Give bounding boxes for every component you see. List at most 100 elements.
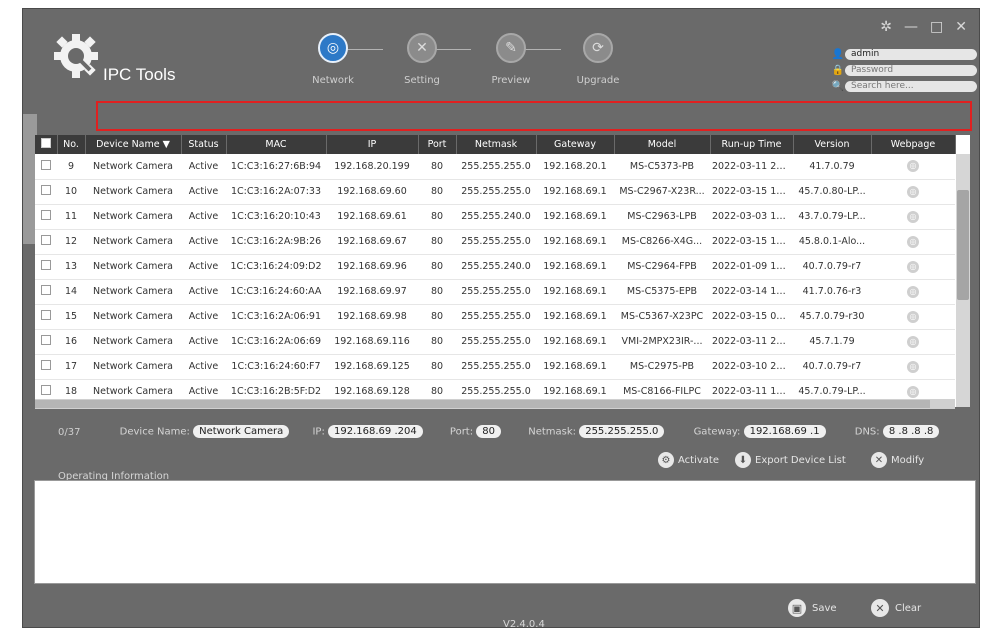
table-cell: 80	[430, 236, 444, 247]
table-cell: 192.168.69.96	[337, 261, 407, 272]
table-cell: 2022-03-10 20:...	[712, 361, 793, 372]
step-preview[interactable]: ✎ Preview	[476, 33, 546, 86]
table-cell: VMI-2MPX23IR-...	[621, 336, 703, 347]
table-row[interactable]: 15 Network Camera Active 1C:C3:16:2A:06:91 1…	[35, 304, 955, 329]
column-header[interactable]: IP	[326, 135, 419, 154]
table-row[interactable]: 9 Network Camera Active 1C:C3:16:27:6B:94 19…	[35, 154, 955, 179]
table-cell: Active	[188, 236, 219, 247]
settings-icon[interactable]: ✲	[880, 19, 892, 35]
column-header[interactable]: Model	[614, 135, 711, 154]
clear-button[interactable]: ✕ Clear	[871, 599, 921, 617]
device-name-label: Device Name:	[119, 426, 190, 438]
step-upgrade[interactable]: ⟳ Upgrade	[563, 33, 633, 86]
operating-info-box[interactable]	[34, 480, 976, 584]
auth-panel: 👤 🔒 🔍	[831, 47, 977, 95]
maximize-icon[interactable]: □	[930, 19, 943, 35]
table-cell: Active	[188, 261, 219, 272]
webpage-globe-icon[interactable]: ◎	[871, 254, 955, 279]
webpage-globe-icon[interactable]: ◎	[871, 279, 955, 304]
table-row[interactable]: 12 Network Camera Active 1C:C3:16:2A:9B:26 1…	[35, 229, 955, 254]
table-cell: 80	[430, 211, 444, 222]
webpage-globe-icon[interactable]: ◎	[871, 354, 955, 379]
table-cell: 14	[64, 286, 78, 297]
close-icon[interactable]: ✕	[955, 19, 967, 35]
download-icon: ⬇	[735, 452, 751, 468]
export-label: Export Device List	[755, 454, 846, 466]
lock-icon: 🔒	[831, 64, 845, 76]
gateway-field[interactable]: 192.168.69 .1	[743, 425, 826, 438]
row-checkbox[interactable]	[35, 329, 57, 354]
table-row[interactable]: 14 Network Camera Active 1C:C3:16:24:60:AA 1…	[35, 279, 955, 304]
column-header[interactable]: Port	[418, 135, 457, 154]
table-cell: 192.168.69.1	[543, 236, 607, 247]
save-button[interactable]: ▣ Save	[788, 599, 837, 617]
column-header[interactable]: No.	[57, 135, 86, 154]
step-navigation: ◎ Network ✕ Setting ✎ Preview ⟳ Upgrade	[293, 33, 623, 93]
horizontal-scrollbar[interactable]	[35, 399, 955, 409]
column-header[interactable]: Status	[181, 135, 227, 154]
select-all-checkbox[interactable]	[35, 135, 58, 154]
table-row[interactable]: 10 Network Camera Active 1C:C3:16:2A:07:33 1…	[35, 179, 955, 204]
minimize-icon[interactable]: —	[904, 19, 918, 35]
table-cell: Network Camera	[93, 236, 173, 247]
row-checkbox[interactable]	[35, 279, 57, 304]
table-cell: 1C:C3:16:2A:06:69	[231, 336, 321, 347]
table-cell: Network Camera	[93, 311, 173, 322]
table-cell: 16	[64, 336, 78, 347]
webpage-globe-icon[interactable]: ◎	[871, 229, 955, 254]
table-row[interactable]: 13 Network Camera Active 1C:C3:16:24:09:D2 1…	[35, 254, 955, 279]
webpage-globe-icon[interactable]: ◎	[871, 304, 955, 329]
table-cell: 11	[64, 211, 78, 222]
column-header[interactable]: Netmask	[456, 135, 537, 154]
table-cell: 192.168.69.1	[543, 186, 607, 197]
table-cell: 192.168.69.1	[543, 361, 607, 372]
row-checkbox[interactable]	[35, 229, 57, 254]
column-header[interactable]: Gateway	[536, 135, 615, 154]
step-network[interactable]: ◎ Network	[298, 33, 368, 86]
activate-button[interactable]: ⚙ Activate	[658, 452, 719, 468]
column-header[interactable]: Webpage	[871, 135, 956, 154]
column-header[interactable]: Device Name ▼	[85, 135, 182, 154]
table-row[interactable]: 11 Network Camera Active 1C:C3:16:20:10:43 1…	[35, 204, 955, 229]
row-checkbox[interactable]	[35, 154, 57, 179]
save-label: Save	[812, 602, 837, 614]
dns-field[interactable]: 8 .8 .8 .8	[882, 425, 940, 438]
tools-icon: ✕	[407, 33, 437, 63]
table-cell: 192.168.20.1	[543, 160, 607, 172]
vertical-scrollbar[interactable]	[956, 154, 970, 407]
app-title: IPC Tools	[103, 65, 176, 84]
export-device-list-button[interactable]: ⬇ Export Device List	[735, 452, 846, 468]
table-row[interactable]: 17 Network Camera Active 1C:C3:16:24:60:F7 1…	[35, 354, 955, 379]
webpage-globe-icon[interactable]: ◎	[871, 204, 955, 229]
row-checkbox[interactable]	[35, 354, 57, 379]
table-cell: 192.168.69.97	[337, 286, 407, 297]
modify-button[interactable]: ✕ Modify	[871, 452, 924, 468]
username-field[interactable]	[845, 48, 977, 60]
clear-label: Clear	[895, 602, 922, 614]
column-header[interactable]: MAC	[226, 135, 327, 154]
pen-icon: ✎	[496, 33, 526, 63]
port-label: Port:	[449, 426, 474, 438]
device-edit-form: 0/37 Device Name: Network Camera IP: 192…	[58, 425, 940, 438]
gear-logo-icon	[54, 34, 98, 78]
step-setting[interactable]: ✕ Setting	[387, 33, 457, 86]
password-field[interactable]	[845, 64, 977, 76]
webpage-globe-icon[interactable]: ◎	[871, 154, 955, 179]
table-row[interactable]: 16 Network Camera Active 1C:C3:16:2A:06:69 1…	[35, 329, 955, 354]
webpage-globe-icon[interactable]: ◎	[871, 329, 955, 354]
port-field[interactable]: 80	[476, 425, 502, 438]
row-checkbox[interactable]	[35, 254, 57, 279]
search-input[interactable]	[845, 80, 977, 92]
column-header[interactable]: Run-up Time	[710, 135, 794, 154]
row-checkbox[interactable]	[35, 179, 57, 204]
row-checkbox[interactable]	[35, 304, 57, 329]
netmask-field[interactable]: 255.255.255.0	[579, 425, 665, 438]
device-name-field[interactable]: Network Camera	[193, 425, 290, 438]
column-header[interactable]: Version	[793, 135, 872, 154]
table-cell: 192.168.69.1	[543, 311, 607, 322]
table-cell: 192.168.20.199	[334, 160, 410, 172]
table-cell: 2022-03-11 21:...	[712, 336, 793, 347]
row-checkbox[interactable]	[35, 204, 57, 229]
ip-field[interactable]: 192.168.69 .204	[328, 425, 423, 438]
webpage-globe-icon[interactable]: ◎	[871, 179, 955, 204]
